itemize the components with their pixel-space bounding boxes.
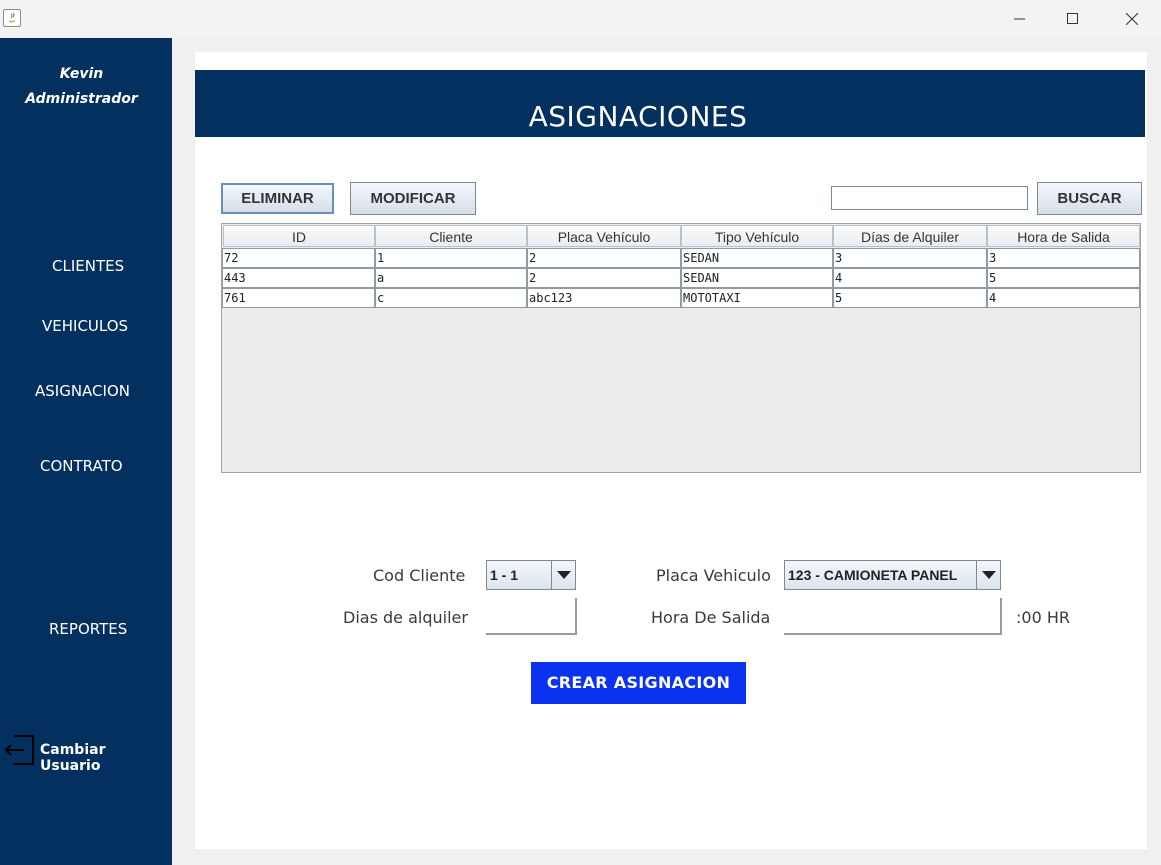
cell-placa: 2 [527, 268, 681, 288]
table-header: ID Cliente Placa Vehículo Tipo Vehículo … [222, 224, 1140, 248]
chevron-down-icon[interactable] [976, 561, 1001, 589]
cell-id: 72 [222, 248, 375, 268]
column-header-cliente[interactable]: Cliente [375, 225, 527, 247]
page-header: ASIGNACIONES [195, 70, 1145, 137]
cell-hora: 5 [987, 268, 1140, 288]
user-role: Administrador [25, 91, 138, 107]
table-row[interactable]: 761 c abc123 MOTOTAXI 5 4 [222, 288, 1140, 308]
assignments-table[interactable]: ID Cliente Placa Vehículo Tipo Vehículo … [221, 223, 1141, 473]
dias-input[interactable] [486, 598, 577, 635]
window-titlebar [0, 0, 1161, 38]
sidebar-item-reportes[interactable]: REPORTES [49, 620, 127, 638]
modify-button[interactable]: MODIFICAR [350, 182, 476, 215]
maximize-button[interactable] [1050, 0, 1096, 38]
cell-hora: 3 [987, 248, 1140, 268]
placa-value: 123 - CAMIONETA PANEL [788, 567, 958, 583]
sidebar-item-asignacion[interactable]: ASIGNACION [35, 382, 130, 400]
cell-cliente: a [375, 268, 527, 288]
logout-icon [4, 735, 34, 765]
cell-tipo: SEDAN [681, 268, 833, 288]
placa-label: Placa Vehiculo [656, 566, 771, 585]
change-user-button[interactable]: Cambiar Usuario [4, 732, 170, 774]
cell-dias: 4 [833, 268, 987, 288]
chevron-down-icon[interactable] [551, 561, 576, 589]
cell-dias: 3 [833, 248, 987, 268]
column-header-hora[interactable]: Hora de Salida [987, 225, 1140, 247]
hora-suffix: :00 HR [1016, 608, 1070, 627]
cod-cliente-value: 1 - 1 [490, 567, 519, 583]
cell-hora: 4 [987, 288, 1140, 308]
column-header-placa[interactable]: Placa Vehículo [527, 225, 681, 247]
search-input[interactable] [831, 186, 1028, 210]
user-name: Kevin [59, 66, 104, 82]
column-header-tipo[interactable]: Tipo Vehículo [681, 225, 833, 247]
table-row[interactable]: 72 1 2 SEDAN 3 3 [222, 248, 1140, 268]
change-user-label: Cambiar Usuario [40, 742, 106, 774]
sidebar: Kevin Administrador CLIENTES VEHICULOS A… [0, 38, 172, 865]
minimize-button[interactable] [997, 0, 1043, 38]
placa-select[interactable]: 123 - CAMIONETA PANEL [784, 560, 1001, 590]
cell-cliente: c [375, 288, 527, 308]
cell-id: 761 [222, 288, 375, 308]
minimize-icon [1014, 18, 1025, 20]
cell-tipo: SEDAN [681, 248, 833, 268]
cell-tipo: MOTOTAXI [681, 288, 833, 308]
cell-id: 443 [222, 268, 375, 288]
cod-cliente-select[interactable]: 1 - 1 [486, 560, 576, 590]
main-panel: ASIGNACIONES ELIMINAR MODIFICAR BUSCAR I… [195, 52, 1147, 849]
delete-button[interactable]: ELIMINAR [221, 183, 334, 214]
page-title: ASIGNACIONES [528, 100, 748, 133]
hora-input[interactable] [784, 598, 1002, 635]
column-header-id[interactable]: ID [223, 225, 375, 247]
cell-placa: 2 [527, 248, 681, 268]
sidebar-item-contrato[interactable]: CONTRATO [40, 457, 123, 475]
java-icon [3, 9, 21, 27]
sidebar-item-clientes[interactable]: CLIENTES [52, 257, 124, 275]
close-icon [1126, 13, 1138, 25]
cell-cliente: 1 [375, 248, 527, 268]
search-button[interactable]: BUSCAR [1037, 182, 1142, 215]
cell-dias: 5 [833, 288, 987, 308]
cod-cliente-label: Cod Cliente [373, 566, 466, 585]
sidebar-item-vehiculos[interactable]: VEHICULOS [42, 317, 128, 335]
hora-label: Hora De Salida [651, 608, 771, 627]
close-button[interactable] [1109, 0, 1155, 38]
column-header-dias[interactable]: Días de Alquiler [833, 225, 987, 247]
cell-placa: abc123 [527, 288, 681, 308]
table-row[interactable]: 443 a 2 SEDAN 4 5 [222, 268, 1140, 288]
maximize-icon [1067, 13, 1078, 24]
dias-label: Dias de alquiler [343, 608, 468, 627]
create-assignment-button[interactable]: CREAR ASIGNACION [531, 662, 746, 704]
